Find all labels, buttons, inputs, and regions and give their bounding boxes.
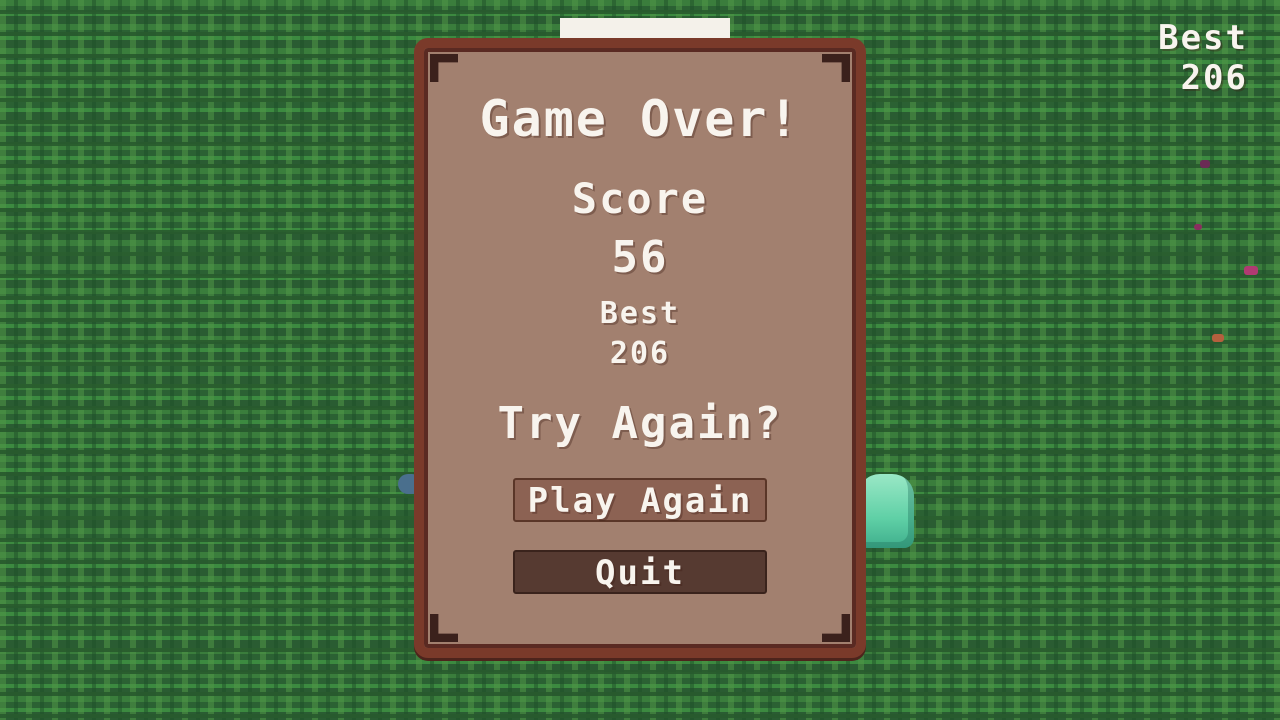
flower-decoration xyxy=(1200,160,1210,168)
hud-best-score: Best 206 xyxy=(1158,18,1248,98)
flower-decoration xyxy=(1194,224,1202,230)
try-again-prompt: Try Again? xyxy=(497,398,783,449)
hud-best-label: Best xyxy=(1158,18,1248,58)
play-again-button[interactable]: Play Again xyxy=(513,478,767,522)
flower-decoration xyxy=(1212,334,1224,342)
green-slime-player xyxy=(858,474,914,548)
hud-best-value: 206 xyxy=(1180,58,1248,98)
panel-corner xyxy=(430,54,458,82)
panel-corner xyxy=(822,54,850,82)
game-over-dialog: Game Over! Score 56 Best 206 Try Again? … xyxy=(414,38,866,658)
panel-corner xyxy=(822,614,850,642)
flower-decoration xyxy=(1244,266,1258,275)
dialog-title: Game Over! xyxy=(479,90,801,148)
best-label: Best xyxy=(599,296,681,331)
best-value: 206 xyxy=(609,336,671,371)
score-label: Score xyxy=(571,174,709,223)
score-value: 56 xyxy=(611,232,669,283)
quit-button[interactable]: Quit xyxy=(513,550,767,594)
panel-corner xyxy=(430,614,458,642)
